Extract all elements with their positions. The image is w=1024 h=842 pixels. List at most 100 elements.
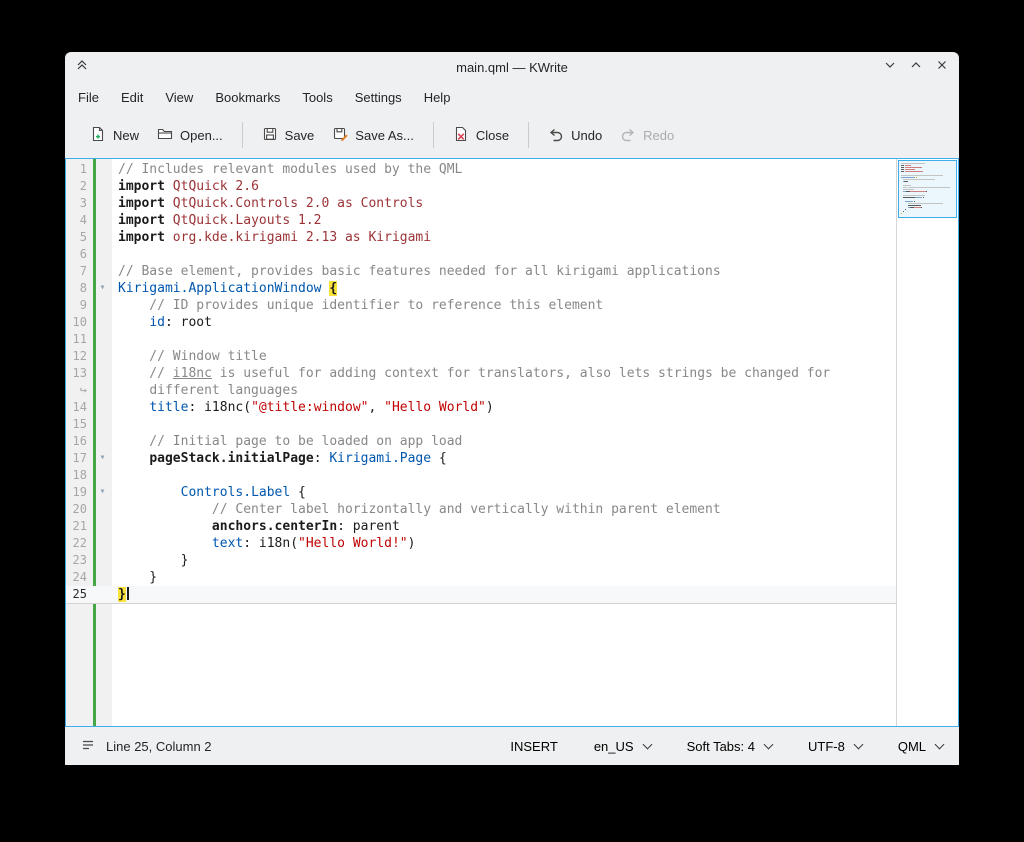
code-line[interactable]: 15 [66, 416, 896, 433]
chevron-down-icon [884, 58, 896, 76]
code-text: pageStack.initialPage: Kirigami.Page { [112, 450, 896, 467]
code-line[interactable]: 24 } [66, 569, 896, 586]
line-number: 18 [66, 467, 93, 484]
code-line[interactable]: 16 // Initial page to be loaded on app l… [66, 433, 896, 450]
fold-column [93, 552, 112, 569]
open-folder-icon [157, 126, 173, 145]
line-number: 1 [66, 161, 93, 178]
code-text: } [112, 586, 896, 603]
code-text: // Center label horizontally and vertica… [112, 501, 896, 518]
save-as-button[interactable]: Save As... [323, 119, 423, 152]
line-number: 13 [66, 365, 93, 382]
tab-mode-selector[interactable]: Soft Tabs: 4 [687, 739, 772, 754]
code-line[interactable]: 2import QtQuick 2.6 [66, 178, 896, 195]
code-text: // Base element, provides basic features… [112, 263, 896, 280]
fold-column [93, 348, 112, 365]
line-number: 20 [66, 501, 93, 518]
code-line[interactable]: 19▾ Controls.Label { [66, 484, 896, 501]
cursor-position-label[interactable]: Line 25, Column 2 [106, 739, 212, 754]
line-number: 8 [66, 280, 93, 297]
line-number: 12 [66, 348, 93, 365]
fold-arrow-icon[interactable]: ▾ [93, 280, 112, 297]
code-line[interactable]: 4import QtQuick.Layouts 1.2 [66, 212, 896, 229]
fold-column [93, 365, 112, 382]
text-area[interactable]: 1 // Includes relevant modules used by th… [66, 159, 896, 726]
fold-column [93, 212, 112, 229]
close-document-icon [453, 126, 469, 145]
menu-tools[interactable]: Tools [291, 85, 343, 110]
code-line[interactable]: 1 // Includes relevant modules used by th… [66, 161, 896, 178]
menu-file[interactable]: File [67, 85, 110, 110]
minimize-button[interactable] [883, 60, 897, 74]
code-line[interactable]: 18 [66, 467, 896, 484]
open-button[interactable]: Open... [148, 119, 232, 152]
code-line[interactable]: 23 } [66, 552, 896, 569]
close-document-button[interactable]: Close [444, 119, 518, 152]
line-number: 3 [66, 195, 93, 212]
code-line[interactable]: 10 id: root [66, 314, 896, 331]
insert-mode-label: INSERT [510, 739, 557, 754]
fold-column [93, 263, 112, 280]
code-line[interactable]: 6 [66, 246, 896, 263]
code-text: // ID provides unique identifier to refe… [112, 297, 896, 314]
code-text [112, 467, 896, 484]
fold-column [93, 229, 112, 246]
maximize-button[interactable] [909, 60, 923, 74]
menu-view[interactable]: View [154, 85, 204, 110]
encoding-selector[interactable]: UTF-8 [808, 739, 862, 754]
code-line[interactable]: 25} [66, 586, 896, 603]
close-window-button[interactable] [935, 60, 949, 74]
line-number: 16 [66, 433, 93, 450]
code-text: } [112, 552, 896, 569]
open-button-label: Open... [180, 128, 223, 143]
new-button[interactable]: New [81, 119, 148, 152]
close-document-button-label: Close [476, 128, 509, 143]
toolbar-separator [433, 122, 434, 148]
code-line[interactable]: 21 anchors.centerIn: parent [66, 518, 896, 535]
line-number: 17 [66, 450, 93, 467]
menu-edit[interactable]: Edit [110, 85, 154, 110]
fold-column [93, 331, 112, 348]
text-info-icon[interactable] [81, 738, 95, 755]
fold-arrow-icon[interactable]: ▾ [93, 484, 112, 501]
menu-bookmarks[interactable]: Bookmarks [204, 85, 291, 110]
shade-button[interactable] [75, 60, 89, 74]
dictionary-selector[interactable]: en_US [594, 739, 651, 754]
chevron-down-icon [642, 739, 652, 749]
minimap-scrollbar[interactable] [896, 159, 958, 726]
insert-mode-button[interactable]: INSERT [510, 739, 557, 754]
undo-button[interactable]: Undo [539, 119, 611, 152]
code-line[interactable]: 22 text: i18n("Hello World!") [66, 535, 896, 552]
toolbar-separator [528, 122, 529, 148]
code-line[interactable]: 3 import QtQuick.Controls 2.0 as Controls [66, 195, 896, 212]
syntax-mode-selector[interactable]: QML [898, 739, 943, 754]
close-icon [936, 58, 948, 76]
code-line[interactable]: 7// Base element, provides basic feature… [66, 263, 896, 280]
statusbar: Line 25, Column 2 INSERT en_US Soft Tabs… [65, 727, 959, 765]
code-line[interactable]: 17▾ pageStack.initialPage: Kirigami.Page… [66, 450, 896, 467]
code-line[interactable]: 14 title: i18nc("@title:window", "Hello … [66, 399, 896, 416]
code-line[interactable]: 5import org.kde.kirigami 2.13 as Kirigam… [66, 229, 896, 246]
new-document-icon [90, 126, 106, 145]
code-text: import QtQuick.Controls 2.0 as Controls [112, 195, 896, 212]
code-line[interactable]: 20 // Center label horizontally and vert… [66, 501, 896, 518]
titlebar[interactable]: main.qml — KWrite [65, 52, 959, 82]
undo-icon [548, 126, 564, 145]
fold-column [93, 382, 112, 399]
line-number: 15 [66, 416, 93, 433]
code-line[interactable]: ↪ different languages [66, 382, 896, 399]
fold-arrow-icon[interactable]: ▾ [93, 450, 112, 467]
code-line[interactable]: 9 // ID provides unique identifier to re… [66, 297, 896, 314]
menu-settings[interactable]: Settings [344, 85, 413, 110]
wrap-marker-icon: ↪ [66, 382, 93, 399]
code-line[interactable]: 11 [66, 331, 896, 348]
menu-help[interactable]: Help [413, 85, 462, 110]
redo-button[interactable]: Redo [611, 119, 683, 152]
code-line[interactable]: 13 // i18nc is useful for adding context… [66, 365, 896, 382]
window-title: main.qml — KWrite [65, 60, 959, 75]
editor-view: 1 // Includes relevant modules used by th… [65, 158, 959, 727]
code-line[interactable]: 8▾Kirigami.ApplicationWindow { [66, 280, 896, 297]
save-button[interactable]: Save [253, 119, 324, 152]
code-text: // Includes relevant modules used by the… [112, 161, 896, 178]
code-line[interactable]: 12 // Window title [66, 348, 896, 365]
